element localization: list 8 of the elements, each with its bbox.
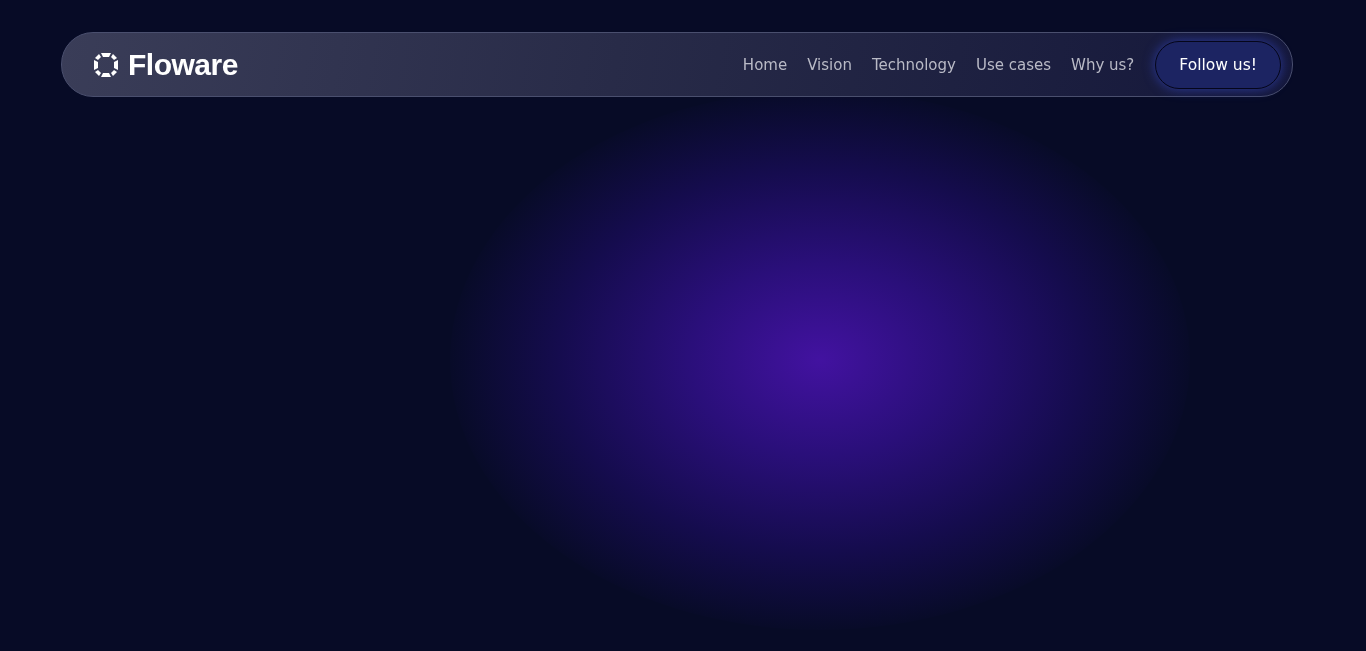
brand-logo[interactable]: Floware [128,47,238,82]
nav-link[interactable]: Why us? [1071,55,1135,74]
follow-button[interactable]: Follow us! [1155,40,1281,89]
logo-icon [93,51,119,78]
nav-link[interactable]: Home [742,55,788,74]
nav-link[interactable]: Vision [807,55,852,74]
nav-link[interactable]: Use cases [975,55,1052,74]
nav-link[interactable]: Technology [871,55,956,74]
